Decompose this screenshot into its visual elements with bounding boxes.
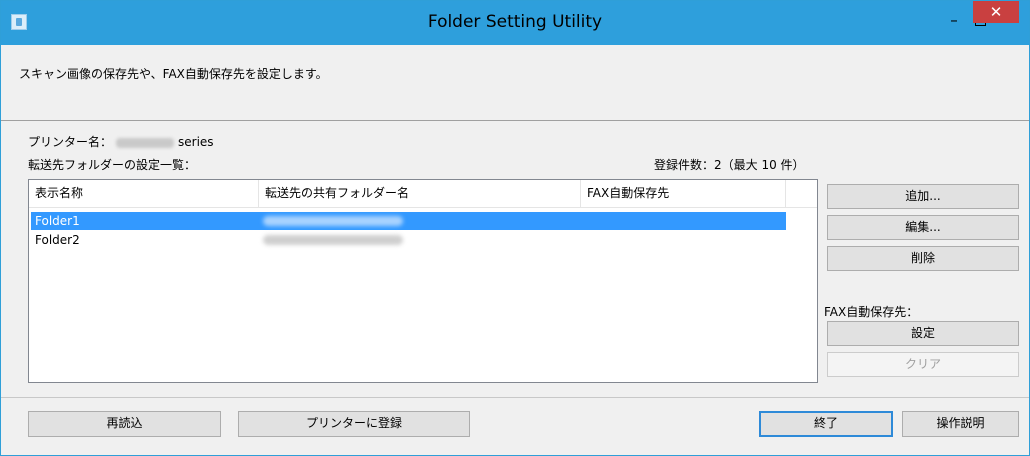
folder-list-label: 転送先フォルダーの設定一覧： (28, 158, 197, 172)
folder-list[interactable]: 表示名称 転送先の共有フォルダー名 FAX自動保存先 Folder1 Folde… (28, 179, 818, 383)
exit-button[interactable]: 終了 (759, 411, 893, 437)
column-header-display-name[interactable]: 表示名称 (29, 180, 259, 207)
printer-name-label: プリンター名： (28, 135, 113, 149)
column-header-shared-folder[interactable]: 転送先の共有フォルダー名 (259, 180, 581, 207)
list-row-folder1[interactable]: Folder1 (31, 212, 786, 230)
row-display-name: Folder1 (35, 214, 80, 228)
footer-divider (1, 397, 1029, 398)
row-shared-folder-redacted (263, 216, 403, 226)
column-header-fax-autosave[interactable]: FAX自動保存先 (581, 180, 786, 207)
printer-name-suffix: series (178, 135, 214, 149)
edit-button[interactable]: 編集... (827, 215, 1019, 240)
help-button[interactable]: 操作説明 (902, 411, 1019, 437)
registration-count: 登録件数：2（最大 10 件） (654, 158, 805, 172)
printer-name-redacted (116, 137, 175, 148)
close-button[interactable]: ✕ (973, 1, 1019, 23)
set-button[interactable]: 設定 (827, 321, 1019, 346)
row-display-name: Folder2 (35, 233, 80, 247)
add-button[interactable]: 追加... (827, 184, 1019, 209)
row-shared-folder-redacted (263, 235, 403, 245)
clear-button[interactable]: クリア (827, 352, 1019, 377)
printer-name-row: プリンター名： series (28, 133, 214, 150)
app-window: Folder Setting Utility – ✕ スキャン画像の保存先や、F… (0, 0, 1030, 456)
title-bar[interactable]: Folder Setting Utility – ✕ (1, 1, 1029, 45)
list-header: 表示名称 転送先の共有フォルダー名 FAX自動保存先 (29, 180, 817, 208)
reload-button[interactable]: 再読込 (28, 411, 221, 437)
minimize-button[interactable]: – (941, 9, 967, 31)
description-text: スキャン画像の保存先や、FAX自動保存先を設定します。 (19, 67, 328, 81)
window-title: Folder Setting Utility (427, 12, 603, 32)
fax-autosave-label: FAX自動保存先： (824, 305, 919, 319)
delete-button[interactable]: 削除 (827, 246, 1019, 271)
register-to-printer-button[interactable]: プリンターに登録 (238, 411, 470, 437)
description-panel: スキャン画像の保存先や、FAX自動保存先を設定します。 (1, 45, 1029, 121)
list-row-folder2[interactable]: Folder2 (31, 231, 786, 249)
